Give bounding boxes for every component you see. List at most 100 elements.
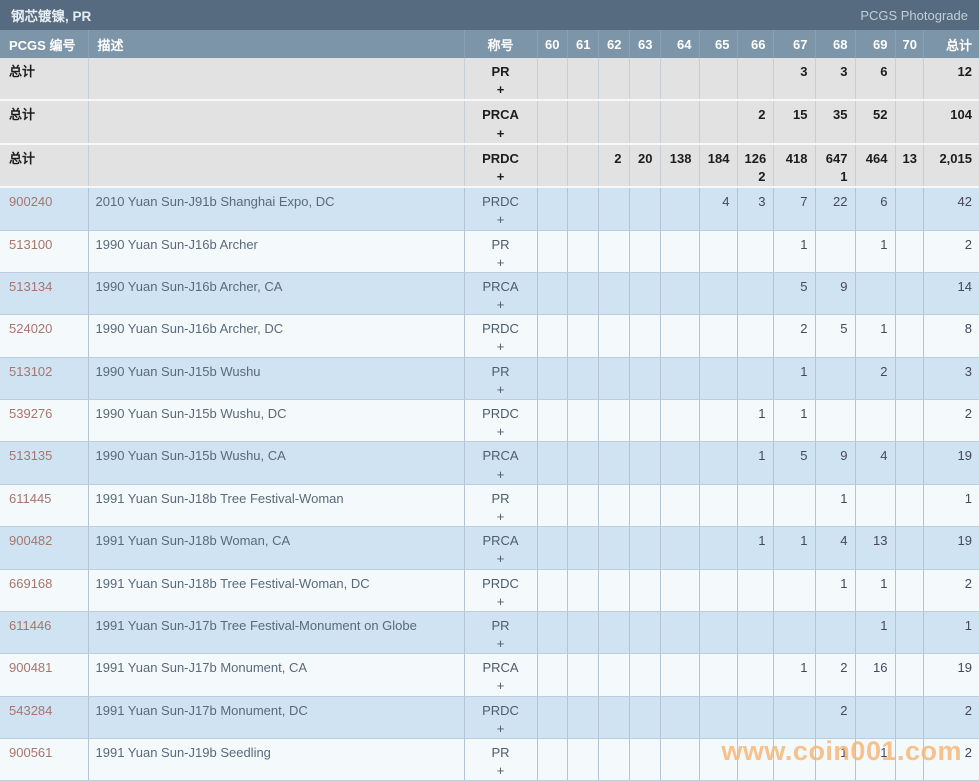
- grade-62-cell: [598, 484, 629, 526]
- grade-69-cell: [855, 400, 895, 442]
- grade-70-cell: [895, 484, 923, 526]
- grade-68-cell: 22: [815, 187, 855, 230]
- grade-68-cell: 5: [815, 315, 855, 357]
- column-header-pcgs: PCGS 编号: [0, 30, 88, 58]
- designation-cell: PRDC+: [464, 569, 537, 611]
- grade-67-cell: [773, 611, 815, 653]
- grade-64-cell: [660, 272, 699, 314]
- grade-63-cell: [629, 400, 660, 442]
- pcgs-number-link[interactable]: 513102: [9, 364, 52, 379]
- grade-65-cell: [699, 569, 737, 611]
- pcgs-number-link[interactable]: 669168: [9, 576, 52, 591]
- grade-69-cell: 1: [855, 611, 895, 653]
- table-row: 6114461991 Yuan Sun-J17b Tree Festival-M…: [0, 611, 979, 653]
- pcgs-number-link[interactable]: 611445: [9, 491, 51, 506]
- pcgs-number-cell: 543284: [0, 696, 88, 738]
- grade-63-cell: [629, 654, 660, 696]
- description-cell: 1990 Yuan Sun-J16b Archer: [88, 230, 464, 272]
- designation-cell: PRDC+: [464, 144, 537, 187]
- grade-63-cell: [629, 230, 660, 272]
- pcgs-number-link[interactable]: 900482: [9, 533, 52, 548]
- grade-65-cell: [699, 230, 737, 272]
- designation-cell: PR+: [464, 357, 537, 399]
- grade-70-cell: 13: [895, 144, 923, 187]
- grade-66-cell: [737, 58, 773, 100]
- table-header-row: PCGS 编号描述称号6061626364656667686970总计: [0, 30, 979, 58]
- grade-63-cell: [629, 315, 660, 357]
- row-total-cell: 3: [923, 357, 979, 399]
- grade-67-cell: 1: [773, 230, 815, 272]
- designation-cell: PR+: [464, 58, 537, 100]
- grade-64-cell: [660, 58, 699, 100]
- pcgs-number-link[interactable]: 513100: [9, 237, 52, 252]
- row-total-cell: 104: [923, 100, 979, 143]
- grade-61-cell: [567, 100, 598, 143]
- pcgs-number-link[interactable]: 513134: [9, 279, 52, 294]
- grade-60-cell: [537, 569, 567, 611]
- grade-66-cell: 1: [737, 442, 773, 484]
- pcgs-number-link[interactable]: 513135: [9, 448, 52, 463]
- column-header-designation: 称号: [464, 30, 537, 58]
- designation-cell: PRDC+: [464, 187, 537, 230]
- table-row: 5392761990 Yuan Sun-J15b Wushu, DCPRDC+1…: [0, 400, 979, 442]
- pcgs-number-cell: 611445: [0, 484, 88, 526]
- column-header-68: 68: [815, 30, 855, 58]
- grade-61-cell: [567, 357, 598, 399]
- grade-65-cell: [699, 484, 737, 526]
- grade-62-cell: [598, 58, 629, 100]
- grade-61-cell: [567, 484, 598, 526]
- description-cell: 1990 Yuan Sun-J16b Archer, DC: [88, 315, 464, 357]
- pcgs-number-cell: 总计: [0, 100, 88, 143]
- grade-68-cell: 1: [815, 484, 855, 526]
- pcgs-number-link[interactable]: 611446: [9, 618, 51, 633]
- grade-65-cell: 4: [699, 187, 737, 230]
- description-cell: 2010 Yuan Sun-J91b Shanghai Expo, DC: [88, 187, 464, 230]
- description-cell: 1991 Yuan Sun-J18b Tree Festival-Woman, …: [88, 569, 464, 611]
- grade-65-cell: [699, 442, 737, 484]
- grade-60-cell: [537, 484, 567, 526]
- description-cell: 1990 Yuan Sun-J15b Wushu, CA: [88, 442, 464, 484]
- grade-61-cell: [567, 527, 598, 569]
- pcgs-number-link[interactable]: 900561: [9, 745, 52, 760]
- grade-63-cell: [629, 696, 660, 738]
- grade-68-cell: 1: [815, 569, 855, 611]
- row-total-cell: 19: [923, 654, 979, 696]
- pcgs-number-link[interactable]: 524020: [9, 321, 52, 336]
- description-cell: 1991 Yuan Sun-J18b Woman, CA: [88, 527, 464, 569]
- grade-69-cell: 464: [855, 144, 895, 187]
- pcgs-number-cell: 900482: [0, 527, 88, 569]
- grade-60-cell: [537, 442, 567, 484]
- row-total-cell: 42: [923, 187, 979, 230]
- grade-63-cell: [629, 272, 660, 314]
- grade-66-cell: 2: [737, 100, 773, 143]
- pcgs-number-cell: 539276: [0, 400, 88, 442]
- pcgs-number-link[interactable]: 900481: [9, 660, 52, 675]
- grade-70-cell: [895, 696, 923, 738]
- pcgs-number-link[interactable]: 539276: [9, 406, 52, 421]
- pcgs-number-cell: 900240: [0, 187, 88, 230]
- grade-64-cell: [660, 569, 699, 611]
- table-row: 9004821991 Yuan Sun-J18b Woman, CAPRCA+1…: [0, 527, 979, 569]
- table-row: 5131341990 Yuan Sun-J16b Archer, CAPRCA+…: [0, 272, 979, 314]
- pcgs-photograde-link[interactable]: PCGS Photograde: [860, 8, 968, 23]
- grade-60-cell: [537, 272, 567, 314]
- grade-64-cell: 138: [660, 144, 699, 187]
- grade-64-cell: [660, 400, 699, 442]
- grade-66-cell: 1: [737, 527, 773, 569]
- grade-68-cell: [815, 611, 855, 653]
- grade-60-cell: [537, 187, 567, 230]
- grade-67-cell: 2: [773, 315, 815, 357]
- description-cell: 1990 Yuan Sun-J15b Wushu, DC: [88, 400, 464, 442]
- designation-cell: PRDC+: [464, 400, 537, 442]
- pcgs-number-link[interactable]: 900240: [9, 194, 52, 209]
- row-total-cell: 14: [923, 272, 979, 314]
- grade-66-cell: [737, 357, 773, 399]
- grade-64-cell: [660, 611, 699, 653]
- grade-63-cell: [629, 58, 660, 100]
- row-total-cell: 2: [923, 739, 979, 781]
- pcgs-number-link[interactable]: 543284: [9, 703, 52, 718]
- column-header-70: 70: [895, 30, 923, 58]
- grade-62-cell: [598, 569, 629, 611]
- population-table: PCGS 编号描述称号6061626364656667686970总计 总计PR…: [0, 30, 979, 781]
- summary-row: 总计PRDC+22013818412624186471464132,015: [0, 144, 979, 187]
